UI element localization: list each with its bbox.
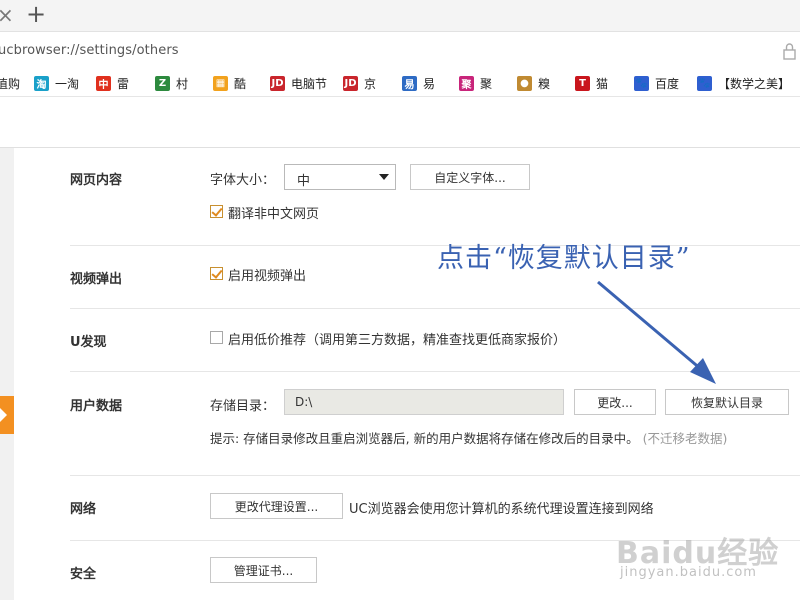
bookmark-label: 聚 [480,76,493,91]
bookmark-item[interactable]: ▦ 酷 [213,73,246,93]
video-popup-checkbox[interactable] [210,267,223,280]
jd-icon: JD [343,75,358,91]
section-title-u-discover: U发现 [70,335,107,350]
divider [70,371,800,372]
bookmark-label: 酷 [234,76,247,91]
bookmarks-bar: 值购 淘 一淘 中 雷 Z 村 ▦ 酷 JD 电脑节 JD 京 易 易 聚 聚 … [0,69,800,97]
storage-hint-note: (不迁移老数据) [642,431,728,446]
qiubai-icon: ● [517,75,532,91]
storage-dir-value: D:\ [295,395,313,409]
tmall-icon: T [575,75,590,91]
baidu-paw-icon: 🐾 [634,75,649,91]
watermark-url: jingyan.baidu.com [620,565,757,580]
jd-icon: JD [270,75,285,91]
bookmark-label: 【数学之美】 [718,76,791,91]
annotation-text: 点击“恢复默认目录” [437,243,691,274]
divider [70,475,800,476]
bookmark-item[interactable]: T 猫 [575,73,608,93]
bookmark-label: 京 [364,76,377,91]
translate-checkbox[interactable] [210,205,223,218]
bookmark-item[interactable]: 聚 聚 [459,73,492,93]
chevron-down-icon [379,174,389,180]
bookmark-label: 百度 [655,76,680,91]
divider [70,308,800,309]
low-price-label: 启用低价推荐（调用第三方数据，精准查找更低商家报价） [228,333,567,348]
storage-dir-field[interactable]: D:\ [284,389,564,415]
close-tab-icon[interactable]: × [0,3,14,27]
section-title-video-popup: 视频弹出 [70,272,123,287]
section-title-security: 安全 [70,567,97,582]
bookmark-label: 一淘 [55,76,80,91]
storage-hint-text: 提示: 存储目录修改且重启浏览器后, 新的用户数据将存储在修改后的目录中。 [210,431,639,446]
bookmark-label: 糗 [538,76,551,91]
font-size-select[interactable]: 中 [284,164,396,190]
section-title-user-data: 用户数据 [70,399,123,414]
font-size-value: 中 [297,174,311,189]
zol-icon: Z [155,75,170,91]
new-tab-icon[interactable]: + [26,0,46,28]
bookmark-label: 猫 [596,76,609,91]
proxy-description: UC浏览器会使用您计算机的系统代理设置连接到网络 [349,502,654,517]
low-price-checkbox[interactable] [210,331,223,344]
bookmark-label: 电脑节 [291,76,328,91]
change-dir-button[interactable]: 更改... [574,389,656,415]
baidu-jingyan-watermark: Baidu经验 jingyan.baidu.com [614,528,794,588]
tab-strip: × + [0,0,800,32]
bookmark-item[interactable]: 中 雷 [96,73,129,93]
video-popup-label: 启用视频弹出 [228,269,307,284]
section-title-web-content: 网页内容 [70,173,123,188]
storage-dir-label: 存储目录： [210,399,276,414]
bookmark-item[interactable]: ● 糗 [517,73,550,93]
bookmark-label: 值购 [0,76,21,91]
proxy-settings-button[interactable]: 更改代理设置... [210,493,343,519]
bookmark-label: 雷 [117,76,130,91]
lock-icon[interactable] [780,41,800,61]
bookmark-item[interactable]: 🐾 【数学之美】 [697,73,790,93]
bookmark-item[interactable]: JD 京 [343,73,376,93]
juhuasuan-icon: 聚 [459,75,474,91]
toolbar-area [0,97,800,148]
address-bar[interactable]: ucbrowser://settings/others [0,32,800,69]
bookmark-label: 村 [176,76,189,91]
bookmark-item[interactable]: Z 村 [155,73,188,93]
brand-icon: 中 [96,75,111,91]
bookmark-item[interactable]: 值购 [0,73,20,93]
url-text[interactable]: ucbrowser://settings/others [0,43,179,58]
manage-certificates-button[interactable]: 管理证书... [210,557,317,583]
storage-hint: 提示: 存储目录修改且重启浏览器后, 新的用户数据将存储在修改后的目录中。 (不… [210,428,727,447]
section-title-network: 网络 [70,502,97,517]
bookmark-item[interactable]: JD 电脑节 [270,73,327,93]
custom-font-button[interactable]: 自定义字体... [410,164,530,190]
translate-label: 翻译非中文网页 [228,207,320,222]
grid-icon: ▦ [213,75,228,91]
taobao-icon: 淘 [34,75,49,91]
restore-default-dir-button[interactable]: 恢复默认目录 [665,389,789,415]
bookmark-item[interactable]: 易 易 [402,73,435,93]
baidu-paw-icon: 🐾 [697,75,712,91]
collapse-sidebar-tab[interactable] [0,396,14,434]
bookmark-item[interactable]: 🐾 百度 [634,73,679,93]
bookmark-label: 易 [423,76,436,91]
yixun-icon: 易 [402,75,417,91]
font-size-label: 字体大小： [210,173,276,188]
bookmark-item[interactable]: 淘 一淘 [34,73,79,93]
